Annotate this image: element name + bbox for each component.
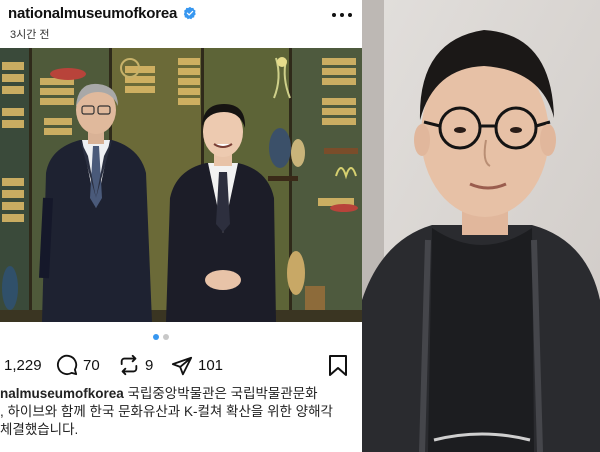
repost-icon[interactable]	[118, 354, 140, 376]
caption-username[interactable]: nalmuseumofkorea	[0, 386, 124, 401]
caption-text-1: 국립중앙박물관은 국립박물관문화	[123, 386, 318, 401]
post-header: nationalmuseumofkorea 3시간 전	[0, 0, 362, 48]
post-actions: 1,229 70 9 101	[0, 350, 362, 380]
instagram-post: nationalmuseumofkorea 3시간 전 1,229 70 9 1…	[0, 0, 362, 452]
post-caption: nalmuseumofkorea 국립중앙박물관은 국립박물관문화 , 하이브와…	[0, 385, 362, 439]
post-timestamp: 3시간 전	[10, 29, 50, 41]
bookmark-icon[interactable]	[328, 354, 348, 376]
more-options-icon[interactable]	[330, 8, 354, 22]
comment-icon[interactable]	[56, 354, 78, 376]
post-photo[interactable]	[0, 48, 362, 322]
carousel-dots	[153, 334, 169, 340]
comments-count[interactable]: 70	[83, 357, 100, 374]
caption-line-2: , 하이브와 함께 한국 문화유산과 K-컬쳐 확산을 위한 양해각	[0, 404, 333, 419]
caption-line-1: nalmuseumofkorea 국립중앙박물관은 국립박물관문화	[0, 385, 362, 403]
portrait-photo	[362, 0, 600, 452]
send-icon[interactable]	[171, 355, 193, 377]
verified-badge-icon	[183, 6, 196, 20]
post-username[interactable]: nationalmuseumofkorea	[8, 5, 177, 22]
reposts-count[interactable]: 9	[145, 357, 153, 374]
caption-line-3: 체결했습니다.	[0, 422, 79, 437]
likes-count[interactable]: 1,229	[4, 357, 42, 374]
shares-count[interactable]: 101	[198, 357, 223, 374]
